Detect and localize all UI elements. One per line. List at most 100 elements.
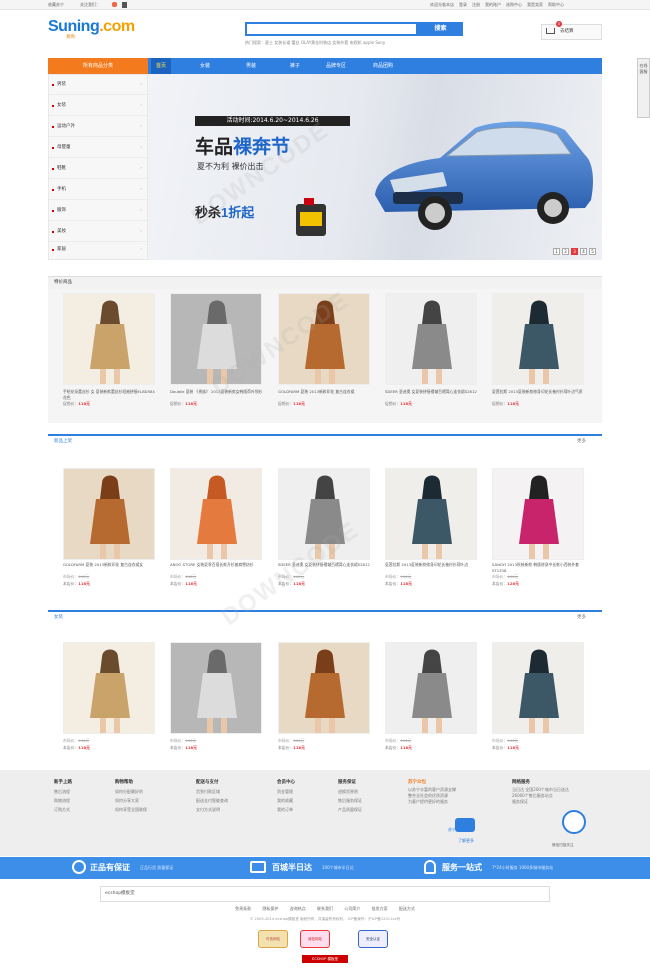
footer-link[interactable]: 隐私保护 (262, 906, 278, 911)
trust-badge[interactable]: 可信网站 (258, 930, 288, 948)
crowd-more-link[interactable]: 了解更多 (458, 838, 474, 844)
model-figure (519, 300, 559, 384)
footer-link[interactable]: 公司简介 (344, 906, 360, 911)
site-logo[interactable]: Suning.com (48, 18, 135, 36)
footer-link[interactable]: 退换货原则 (338, 787, 362, 796)
nav-item-home[interactable]: 首页 (151, 58, 172, 74)
footer-link[interactable]: 售后流程 (54, 787, 72, 796)
product-image[interactable] (385, 293, 477, 385)
product-image[interactable] (278, 642, 370, 734)
footer-column: 服务保证 退换货原则 售后服务保证 产品质量保证 (338, 778, 362, 814)
nav-item-men[interactable]: 男装 (246, 58, 256, 74)
sidebar-item[interactable]: 女装 › (49, 96, 147, 116)
product-image[interactable] (492, 468, 584, 560)
footer-link[interactable]: 如何享受全国联保 (115, 805, 147, 814)
product-image[interactable] (385, 468, 477, 560)
footer-link[interactable]: 资金管理 (277, 787, 295, 796)
footer-link[interactable]: 产品质量保证 (338, 805, 362, 814)
footer-column-title: 网络服务 (512, 780, 530, 785)
banner-dot-3[interactable]: 3 (571, 248, 578, 255)
product-image[interactable] (63, 468, 155, 560)
footer-link[interactable]: 售后服务保证 (338, 796, 362, 805)
product-name[interactable]: ANOO STORE 女装夏季百搭长款开衫披肩雪纺衫 (170, 562, 264, 568)
sidebar-item[interactable]: 运动户外 › (49, 117, 147, 137)
hot-keywords[interactable]: 热门搜索：夏士 女装长裙 蕾丝 OLAY黄金时装店 女装外套 电视机 apple… (245, 40, 385, 46)
nav-item-women[interactable]: 女装 (200, 58, 210, 74)
product-name[interactable]: SANGYI 2013秋装新款 韩版修身中长款小西装外套ST1338 (492, 562, 586, 573)
sidebar-item[interactable]: 美妆 › (49, 222, 147, 242)
topbar-fav-link[interactable]: 收藏苏宁 (48, 0, 64, 10)
market-price-value: 144元 (78, 738, 90, 743)
search-input[interactable] (245, 22, 418, 36)
footer-link[interactable]: 批发方案 (372, 906, 388, 911)
product-name[interactable]: GOLDFARM 夏装 2013新款印花 复古连衣裙 (278, 389, 372, 395)
footer-link[interactable]: 联系我们 (317, 906, 333, 911)
mobile-icon[interactable] (122, 2, 127, 8)
banner-dot-4[interactable]: 4 (580, 248, 587, 255)
banner-dot-2[interactable]: 2 (562, 248, 569, 255)
footer-link[interactable]: 如何分配最好的 (115, 787, 147, 796)
product-image[interactable] (63, 642, 155, 734)
topbar-follow-link[interactable]: 关注我们： (80, 0, 100, 10)
product-image[interactable] (492, 642, 584, 734)
section-more-link[interactable]: 更多 (577, 614, 586, 620)
footer-search-input[interactable]: ecshop模板堂 (100, 886, 550, 902)
nav-item-groupbuy[interactable]: 商品团购 (373, 58, 393, 74)
weibo-icon[interactable] (112, 2, 117, 7)
sidebar-item[interactable]: 家居 › (49, 240, 147, 260)
topbar-login-link[interactable]: 登录 (459, 0, 467, 10)
footer-link[interactable]: 货到付款区域 (196, 787, 228, 796)
product-market-price: 市场价：144元 (385, 574, 411, 580)
product-image[interactable] (385, 642, 477, 734)
footer-link[interactable]: 支付方式说明 (196, 805, 228, 814)
footer-link[interactable]: 免责条款 (235, 906, 251, 911)
product-price: 本店价：118元 (385, 581, 412, 587)
topbar-seller-link[interactable]: 我是卖家 (527, 0, 543, 10)
nav-item-pants[interactable]: 裤子 (290, 58, 300, 74)
sidebar-item[interactable]: 鞋靴 › (49, 159, 147, 179)
product-name[interactable]: SDEER 圣迪奥 女夏装拼接褶皱百褶背心连衣裙S2812 (385, 389, 479, 395)
topbar-register-link[interactable]: 注册 (472, 0, 480, 10)
product-image[interactable] (170, 642, 262, 734)
product-image[interactable] (492, 293, 584, 385)
topbar-account-link[interactable]: 我的账户 (485, 0, 501, 10)
footer-link[interactable]: 如何分享大家 (115, 796, 147, 805)
topbar-select-link[interactable]: 选购中心 (506, 0, 522, 10)
product-name[interactable]: 手绘花朵蕾丝衫 女 夏装新款蕾丝衫短袖拼接ELBD584 花色 (63, 389, 157, 400)
nav-item-brands[interactable]: 品牌专区 (326, 58, 346, 74)
cart-icon (546, 28, 555, 34)
search-button[interactable]: 搜索 (418, 22, 463, 36)
footer-link[interactable]: 购物流程 (54, 796, 72, 805)
product-name[interactable]: 夏茜拉斯 2013夏装新款修身印花长袖衬衫荷叶边 (385, 562, 479, 568)
price-label: 促销价： (492, 401, 508, 406)
footer-link[interactable]: 咨询热点 (290, 906, 306, 911)
footer-link[interactable]: 配送支付智能查询 (196, 796, 228, 805)
product-name[interactable]: GOLDFARM 夏装 2013新款印花 复古连衣裙女 (63, 562, 157, 568)
sidebar-item[interactable]: 服饰 › (49, 201, 147, 221)
banner-dot-5[interactable]: 5 (589, 248, 596, 255)
topbar-help-link[interactable]: 帮助中心 (548, 0, 564, 10)
product-image[interactable] (170, 468, 262, 560)
footer-link[interactable]: 订购方式 (54, 805, 72, 814)
product-price: 促销价：118元 (278, 401, 305, 407)
sidebar-item-label: 男装 (57, 82, 66, 87)
sidebar-item[interactable]: 男装 › (49, 75, 147, 95)
product-price: 促销价：118元 (492, 401, 519, 407)
truck-icon (250, 861, 266, 873)
trust-badge[interactable]: 安全认证 (358, 930, 388, 948)
banner-dot-1[interactable]: 1 (553, 248, 560, 255)
section-more-link[interactable]: 更多 (577, 438, 586, 444)
footer-link[interactable]: 我的订单 (277, 805, 295, 814)
footer-link[interactable]: 配送方式 (399, 906, 415, 911)
powered-by-logo[interactable]: ECSHOP 模板堂 (302, 955, 348, 963)
online-service-tab[interactable]: 在线客服 (637, 58, 650, 118)
product-name[interactable]: 夏茜拉斯 2013夏装新款修身印花长袖衬衫荷叶边气质 (492, 389, 586, 395)
product-price: 本店价：118元 (170, 581, 197, 587)
trust-badge[interactable]: 诚信网站 (300, 930, 330, 948)
sidebar-item[interactable]: 母婴童 › (49, 138, 147, 158)
sidebar-item[interactable]: 手机 › (49, 180, 147, 200)
product-image[interactable] (63, 293, 155, 385)
footer-link[interactable]: 我的收藏 (277, 796, 295, 805)
cart-label: 去结算 (560, 29, 574, 34)
all-categories-button[interactable]: 所有商品分类 (48, 58, 148, 74)
